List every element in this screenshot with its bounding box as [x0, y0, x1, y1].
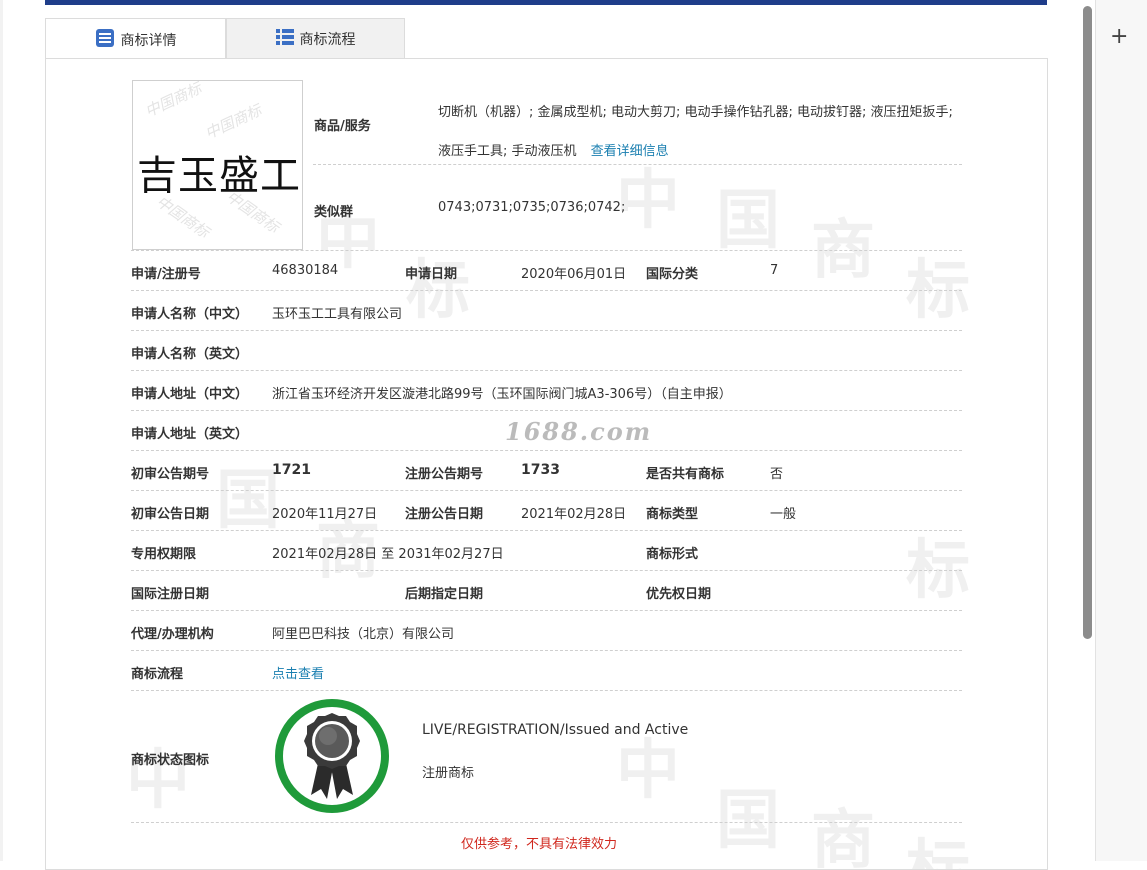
divider: [313, 164, 962, 165]
prelim-date-label: 初审公告日期: [131, 507, 210, 522]
divider: [131, 450, 962, 451]
intl-class-label: 国际分类: [646, 267, 699, 282]
add-icon[interactable]: +: [1110, 24, 1128, 49]
logo-watermark: 中国商标: [142, 80, 205, 121]
trademark-flow-label: 商标流程: [131, 667, 184, 682]
background-watermark: 标: [406, 253, 470, 328]
divider: [131, 410, 962, 411]
tab-trademark-flow-label: 商标流程: [299, 31, 356, 48]
type-label: 商标类型: [646, 507, 699, 522]
divider: [131, 490, 962, 491]
prelim-no-value: 1721: [272, 462, 311, 478]
background-watermark: 标: [906, 253, 970, 328]
reg-no-value: 46830184: [272, 263, 339, 278]
intl-class-value: 7: [770, 263, 779, 278]
reg-pub-date-value: 2021年02月28日: [521, 507, 627, 522]
agent-label: 代理/办理机构: [131, 627, 214, 642]
address-cn-label: 申请人地址（中文）: [131, 387, 249, 402]
similar-group-value: 0743;0731;0735;0736;0742;: [438, 200, 626, 215]
divider: [131, 250, 962, 251]
background-watermark: 国: [216, 463, 280, 538]
status-english: LIVE/REGISTRATION/Issued and Active: [422, 722, 689, 738]
exclusive-period-value: 2021年02月28日 至 2031年02月27日: [272, 547, 504, 562]
registered-status-icon: [273, 697, 391, 815]
similar-group-label: 类似群: [314, 205, 354, 220]
applicant-en-label: 申请人名称（英文）: [131, 347, 249, 362]
apply-date-value: 2020年06月01日: [521, 267, 627, 282]
intl-reg-date-label: 国际注册日期: [131, 587, 210, 602]
prelim-no-label: 初审公告期号: [131, 467, 210, 482]
divider: [131, 370, 962, 371]
agent-value: 阿里巴巴科技（北京）有限公司: [272, 627, 455, 642]
trademark-mark-text: 吉玉盛工: [137, 153, 301, 199]
address-cn-value: 浙江省玉环经济开发区漩港北路99号（玉环国际阀门城A3-306号）（自主申报）: [272, 387, 732, 402]
divider: [131, 570, 962, 571]
trademark-detail-card: 中 标 中 国 商 标 国 商 标 中 国 商 标 中 中国商标 中国商标 中国…: [45, 58, 1048, 870]
reg-pub-date-label: 注册公告日期: [405, 507, 484, 522]
view-flow-link[interactable]: 点击查看: [272, 663, 324, 682]
tab-trademark-flow[interactable]: 商标流程: [226, 18, 405, 58]
view-detail-link[interactable]: 查看详细信息: [591, 144, 669, 159]
divider: [131, 290, 962, 291]
disclaimer-text: 仅供参考，不具有法律效力: [461, 837, 618, 852]
status-chinese: 注册商标: [422, 766, 475, 781]
document-list-icon: [95, 28, 115, 52]
shared-value: 否: [770, 467, 784, 482]
reg-no-label: 申请/注册号: [131, 267, 201, 282]
goods-services-value: 切断机（机器）; 金属成型机; 电动大剪刀; 电动手操作钻孔器; 电动拔钉器; …: [438, 93, 958, 171]
address-en-label: 申请人地址（英文）: [131, 427, 249, 442]
background-watermark: 商: [811, 213, 875, 288]
goods-services-label: 商品/服务: [314, 119, 371, 134]
divider: [131, 690, 962, 691]
background-watermark: 国: [716, 783, 780, 858]
background-watermark: 标: [906, 819, 970, 869]
left-edge: [0, 0, 3, 861]
trademark-image: 中国商标 中国商标 中国商标 中国商标 吉玉盛工: [132, 80, 303, 250]
divider: [131, 530, 962, 531]
side-panel: [1095, 0, 1147, 861]
shared-label: 是否共有商标: [646, 467, 725, 482]
list-grid-icon: [275, 28, 294, 49]
priority-date-label: 优先权日期: [646, 587, 712, 602]
type-value: 一般: [770, 507, 797, 522]
status-icon-label: 商标状态图标: [131, 753, 210, 768]
divider: [131, 610, 962, 611]
reg-pub-no-label: 注册公告期号: [405, 467, 484, 482]
tab-trademark-detail[interactable]: 商标详情: [45, 18, 226, 60]
later-designation-date-label: 后期指定日期: [405, 587, 484, 602]
exclusive-period-label: 专用权期限: [131, 547, 197, 562]
top-bar: [45, 0, 1047, 5]
background-watermark: 商: [811, 803, 875, 870]
form-label: 商标形式: [646, 547, 699, 562]
apply-date-label: 申请日期: [405, 267, 458, 282]
divider: [131, 330, 962, 331]
reg-pub-no-value: 1733: [521, 462, 560, 478]
applicant-cn-value: 玉环玉工工具有限公司: [272, 307, 403, 322]
prelim-date-value: 2020年11月27日: [272, 507, 378, 522]
divider: [131, 650, 962, 651]
divider: [131, 822, 962, 823]
goods-services-text: 切断机（机器）; 金属成型机; 电动大剪刀; 电动手操作钻孔器; 电动拔钉器; …: [438, 105, 953, 159]
applicant-cn-label: 申请人名称（中文）: [131, 307, 249, 322]
page-scrollbar[interactable]: [1083, 6, 1092, 639]
background-watermark: 国: [716, 183, 780, 258]
tab-trademark-detail-label: 商标详情: [120, 32, 177, 49]
logo-watermark: 中国商标: [202, 101, 265, 143]
background-watermark: 标: [906, 533, 970, 608]
background-watermark: 中: [126, 743, 190, 818]
site-watermark: 1688.com: [505, 417, 653, 446]
